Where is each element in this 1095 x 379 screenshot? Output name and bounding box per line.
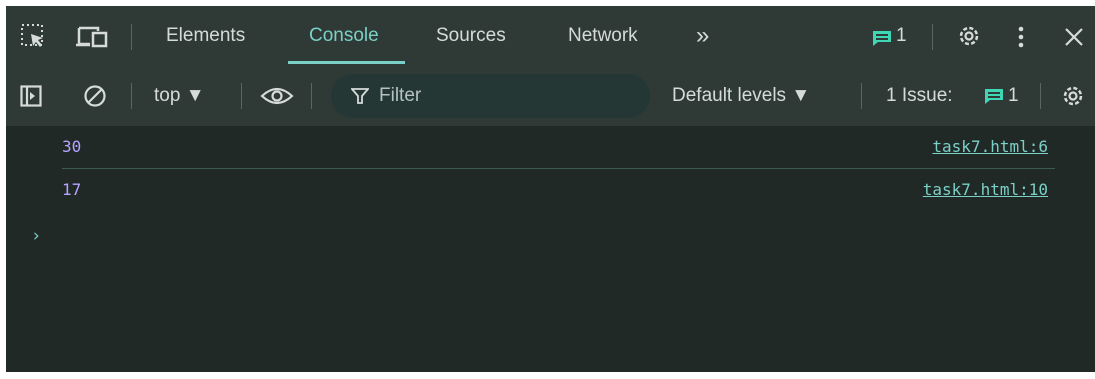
tabbar-separator [932,24,933,50]
filter-input[interactable]: Filter [331,74,650,118]
more-options-icon[interactable] [1017,24,1025,50]
tab-sources[interactable]: Sources [436,6,506,66]
sidebar-toggle-icon[interactable] [20,85,42,107]
tab-elements[interactable]: Elements [166,6,245,66]
console-prompt[interactable]: › [31,226,41,246]
console-toolbar: top ▼ Filter Default levels ▼ 1 Issue: 1 [6,66,1095,126]
issues-label[interactable]: 1 Issue: [886,66,953,126]
context-selector[interactable]: top ▼ [154,66,205,126]
select-element-icon[interactable] [20,23,46,49]
console-message: 30 task7.html:6 [6,126,1095,168]
filter-placeholder: Filter [379,85,422,106]
tab-console[interactable]: Console [309,6,379,66]
messages-count: 1 [896,25,907,46]
console-source-link[interactable]: task7.html:6 [932,126,1048,168]
filter-icon [351,88,369,104]
eye-icon[interactable] [260,85,294,107]
settings-icon[interactable] [956,23,982,49]
toolbar-separator [311,83,312,109]
toolbar-separator [861,83,862,109]
issues-count: 1 [1008,85,1019,106]
active-tab-indicator [288,61,405,64]
toolbar-separator [1040,83,1041,109]
console-settings-icon[interactable] [1060,83,1086,109]
tabbar-separator [131,24,132,50]
issues-icon[interactable] [984,88,1004,104]
devtools-panel: Elements Console Sources Network » 1 top… [6,6,1095,372]
toolbar-separator [241,83,242,109]
console-output: 30 task7.html:6 17 task7.html:10 › [6,126,1095,372]
console-message-value: 30 [62,137,82,156]
close-icon[interactable] [1064,27,1084,47]
default-levels-dropdown[interactable]: Default levels ▼ [672,66,810,126]
toolbar-separator [131,83,132,109]
device-toolbar-icon[interactable] [76,24,110,50]
more-tabs-button[interactable]: » [696,6,709,66]
clear-console-icon[interactable] [83,84,107,108]
tab-network[interactable]: Network [568,6,638,66]
console-message: 17 task7.html:10 [6,169,1095,211]
messages-icon[interactable] [872,30,892,46]
console-message-value: 17 [62,180,82,199]
main-tab-bar: Elements Console Sources Network » 1 [6,6,1095,66]
console-source-link[interactable]: task7.html:10 [923,169,1048,211]
